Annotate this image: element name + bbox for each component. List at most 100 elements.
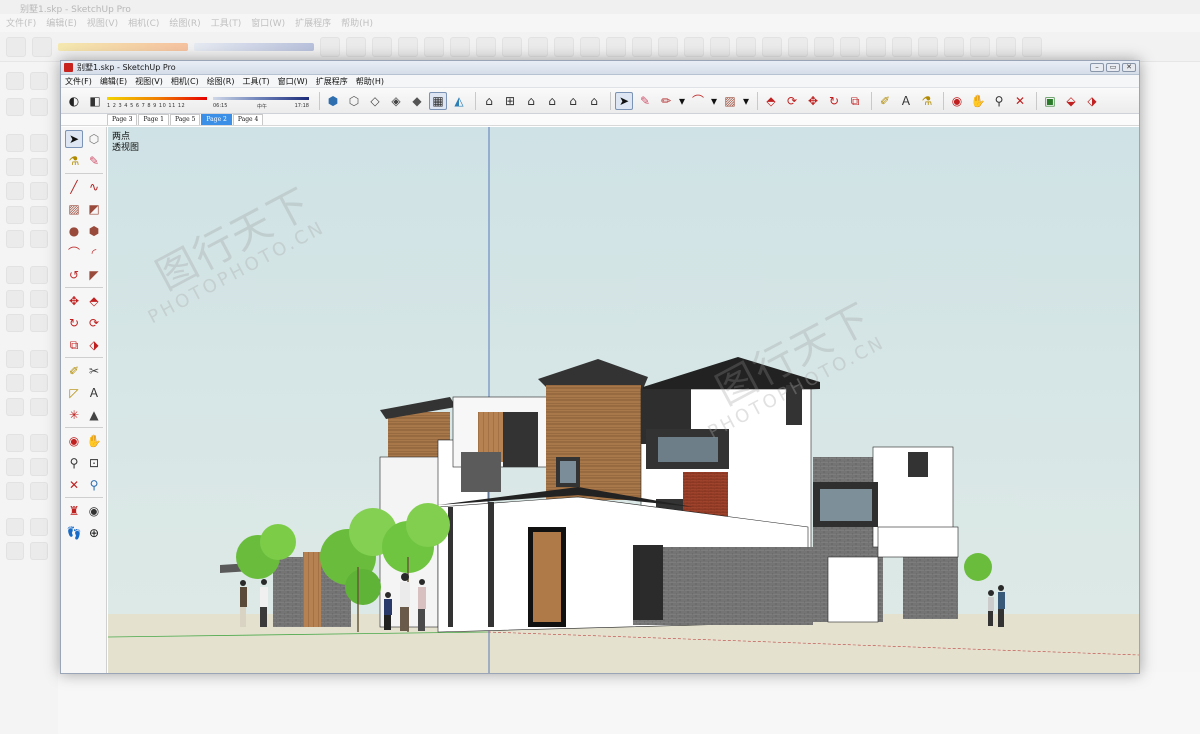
freehand-tool-icon[interactable]: ∿ (85, 178, 103, 196)
circle-tool-icon[interactable]: ● (65, 222, 83, 240)
orbit-tool-icon[interactable]: ◉ (65, 432, 83, 450)
background-tool-icon (606, 36, 626, 57)
monochrome-icon[interactable]: ◭ (450, 92, 468, 110)
close-button[interactable]: ✕ (1122, 63, 1136, 72)
share-model-icon[interactable]: ⬗ (1083, 92, 1101, 110)
fog-toggle-icon[interactable]: ◧ (86, 92, 104, 110)
pencil-icon[interactable]: ✏ (657, 92, 675, 110)
polygon-tool-icon[interactable]: ⬢ (85, 222, 103, 240)
background-tool-icon (30, 182, 48, 200)
rotate-tool-icon[interactable]: ↻ (65, 314, 83, 332)
select-tool-icon[interactable]: ➤ (65, 130, 83, 148)
arc-tool-icon[interactable]: ⌒ (65, 244, 83, 262)
zoom-tool-icon[interactable]: ⚲ (65, 454, 83, 472)
xray-icon[interactable]: ⬢ (324, 92, 342, 110)
tab-page-2[interactable]: Page 2 (201, 114, 232, 125)
menu-view[interactable]: 视图(V) (135, 76, 163, 87)
section-plane-tool-icon[interactable]: ⊕ (85, 524, 103, 542)
tape-measure-icon[interactable]: ✐ (876, 92, 894, 110)
shadow-month-slider[interactable]: 1 2 3 4 5 6 7 8 9 10 11 12 (107, 91, 207, 111)
scale-icon[interactable]: ⧉ (846, 92, 864, 110)
move-icon[interactable]: ✥ (804, 92, 822, 110)
scale-tool-icon[interactable]: ⧉ (65, 336, 83, 354)
model-viewport[interactable]: 两点 透视图 图行天下 PHOTOPHOTO.CN 图行天下 PHOTOPHOT… (108, 127, 1139, 673)
tab-page-1[interactable]: Page 1 (138, 114, 169, 125)
hidden-line-icon[interactable]: ◈ (387, 92, 405, 110)
line-tool-icon[interactable]: ╱ (65, 178, 83, 196)
two-point-arc-icon[interactable]: ◜ (85, 244, 103, 262)
eraser-icon[interactable]: ✎ (636, 92, 654, 110)
right-view-icon[interactable]: ⌂ (543, 92, 561, 110)
shaded-textures-icon[interactable]: ▦ (429, 91, 447, 110)
rectangle-dropdown-icon[interactable]: ▾ (742, 92, 750, 110)
menu-extensions[interactable]: 扩展程序 (316, 76, 348, 87)
select-tool-icon[interactable]: ➤ (615, 91, 633, 110)
tab-page-5[interactable]: Page 5 (169, 114, 201, 125)
walk-tool-icon[interactable]: 👣 (65, 524, 83, 542)
shaded-icon[interactable]: ◆ (408, 92, 426, 110)
component-tool-icon[interactable]: ⬡ (85, 130, 103, 148)
rectangle-icon[interactable]: ▨ (721, 92, 739, 110)
eraser-icon[interactable]: ✎ (85, 152, 103, 170)
left-view-icon[interactable]: ⌂ (585, 92, 603, 110)
offset-tool-icon[interactable]: ⬗ (85, 336, 103, 354)
push-pull-icon[interactable]: ⬘ (762, 92, 780, 110)
orbit-icon[interactable]: ◉ (948, 92, 966, 110)
tape-measure-tool-icon[interactable]: ✐ (65, 362, 83, 380)
tab-page-3[interactable]: Page 3 (107, 114, 138, 125)
zoom-extents-icon[interactable]: ✕ (1011, 92, 1029, 110)
pan-tool-icon[interactable]: ✋ (85, 432, 103, 450)
paint-bucket-icon[interactable]: ⚗ (918, 92, 936, 110)
paint-bucket-icon[interactable]: ⚗ (65, 152, 83, 170)
text-tool-icon[interactable]: Ａ (897, 92, 915, 110)
position-camera-tool-icon[interactable]: ♜ (65, 502, 83, 520)
top-view-icon[interactable]: ⊞ (501, 92, 519, 110)
rectangle-tool-icon[interactable]: ▨ (65, 200, 83, 218)
pencil-dropdown-icon[interactable]: ▾ (678, 92, 686, 110)
warehouse-icon[interactable]: ▣ (1041, 92, 1059, 110)
arc-dropdown-icon[interactable]: ▾ (710, 92, 718, 110)
axes-tool-icon[interactable]: ✳ (65, 406, 83, 424)
menu-file[interactable]: 文件(F) (65, 76, 92, 87)
zoom-window-tool-icon[interactable]: ⊡ (85, 454, 103, 472)
zoom-icon[interactable]: ⚲ (990, 92, 1008, 110)
back-view-icon[interactable]: ⌂ (564, 92, 582, 110)
minimize-button[interactable]: – (1090, 63, 1104, 72)
move-tool-icon[interactable]: ✥ (65, 292, 83, 310)
shadows-toggle-icon[interactable]: ◐ (65, 92, 83, 110)
background-tool-icon (710, 36, 730, 57)
tab-page-4[interactable]: Page 4 (232, 114, 264, 125)
look-around-tool-icon[interactable]: ◉ (85, 502, 103, 520)
front-view-icon[interactable]: ⌂ (522, 92, 540, 110)
back-edges-icon[interactable]: ⬡ (345, 92, 363, 110)
zoom-extents-tool-icon[interactable]: ✕ (65, 476, 83, 494)
menu-window[interactable]: 窗口(W) (278, 76, 308, 87)
extension-warehouse-icon[interactable]: ⬙ (1062, 92, 1080, 110)
toolbar-separator (610, 91, 611, 110)
menu-help[interactable]: 帮助(H) (356, 76, 384, 87)
iso-view-icon[interactable]: ⌂ (480, 92, 498, 110)
3d-text-tool-icon[interactable]: ▲ (85, 406, 103, 424)
rotated-rectangle-icon[interactable]: ◩ (85, 200, 103, 218)
menu-camera[interactable]: 相机(C) (171, 76, 199, 87)
menu-edit[interactable]: 编辑(E) (100, 76, 127, 87)
wireframe-icon[interactable]: ◇ (366, 92, 384, 110)
text-tool-icon[interactable]: Ａ (85, 384, 103, 402)
arc-icon[interactable]: ⌒ (689, 92, 707, 110)
tool-separator (65, 427, 103, 428)
follow-me-tool-icon[interactable]: ⟳ (85, 314, 103, 332)
push-pull-tool-icon[interactable]: ⬘ (85, 292, 103, 310)
background-toolbar (0, 32, 1200, 62)
pie-tool-icon[interactable]: ◤ (85, 266, 103, 284)
dimension-tool-icon[interactable]: ✂ (85, 362, 103, 380)
previous-view-tool-icon[interactable]: ⚲ (85, 476, 103, 494)
menu-draw[interactable]: 绘图(R) (207, 76, 235, 87)
follow-me-icon[interactable]: ⟳ (783, 92, 801, 110)
three-point-arc-icon[interactable]: ↺ (65, 266, 83, 284)
pan-icon[interactable]: ✋ (969, 92, 987, 110)
shadow-time-slider[interactable]: 06:15 中午 17:18 (213, 91, 309, 111)
menu-tools[interactable]: 工具(T) (243, 76, 270, 87)
maximize-button[interactable]: ▭ (1106, 63, 1120, 72)
protractor-tool-icon[interactable]: ◸ (65, 384, 83, 402)
rotate-icon[interactable]: ↻ (825, 92, 843, 110)
